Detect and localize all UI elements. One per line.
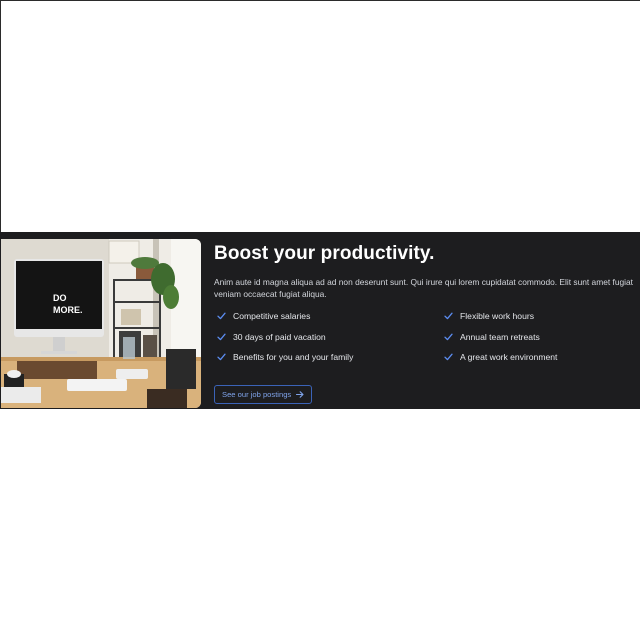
perk-item: A great work environment	[444, 350, 557, 364]
perk-item: Flexible work hours	[444, 309, 534, 323]
check-icon	[444, 353, 453, 361]
perk-label: Competitive salaries	[233, 311, 311, 321]
check-icon	[444, 312, 453, 320]
perk-item: Annual team retreats	[444, 330, 540, 344]
perk-label: Benefits for you and your family	[233, 352, 354, 362]
check-icon	[444, 333, 453, 341]
frame-top-border	[0, 0, 640, 1]
productivity-banner: DO MORE. Boost your productivity. Anim a…	[0, 232, 640, 409]
workspace-photo: DO MORE.	[1, 239, 201, 408]
monitor-text-more: MORE.	[53, 305, 83, 315]
perk-label: Annual team retreats	[460, 332, 540, 342]
perk-label: Flexible work hours	[460, 311, 535, 321]
monitor-text-do: DO	[53, 293, 67, 303]
check-icon	[217, 312, 226, 320]
check-icon	[217, 333, 226, 341]
perk-item: 30 days of paid vacation	[217, 330, 326, 344]
check-icon	[217, 353, 226, 361]
banner-heading: Boost your productivity.	[214, 243, 435, 264]
perk-label: 30 days of paid vacation	[233, 332, 326, 342]
cta-label: See our job postings	[222, 390, 292, 399]
frame-left-border	[0, 0, 1, 232]
perk-item: Competitive salaries	[217, 309, 310, 323]
see-job-postings-button[interactable]: See our job postings	[214, 385, 313, 404]
perk-item: Benefits for you and your family	[217, 350, 353, 364]
banner-description: Anim aute id magna aliqua ad ad non dese…	[214, 277, 633, 299]
arrow-right-icon	[296, 391, 304, 398]
perk-label: A great work environment	[460, 352, 558, 362]
